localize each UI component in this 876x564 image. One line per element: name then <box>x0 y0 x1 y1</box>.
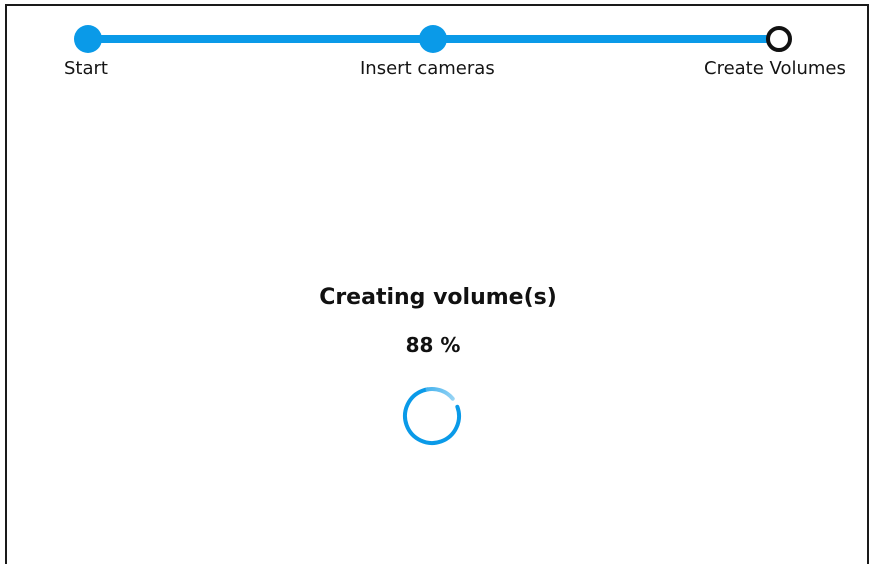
step-create-volumes-indicator <box>766 26 792 52</box>
progress-percent: 88 % <box>405 333 461 357</box>
wizard-stepper: Start Insert cameras Create Volumes <box>0 0 876 90</box>
status-title: Creating volume(s) <box>319 285 557 310</box>
step-insert-cameras-label: Insert cameras <box>360 58 495 79</box>
step-start-indicator <box>74 25 102 53</box>
loading-spinner-icon <box>403 387 461 445</box>
step-insert-cameras-indicator <box>419 25 447 53</box>
step-create-volumes-label: Create Volumes <box>704 58 846 79</box>
step-start-label: Start <box>64 58 108 79</box>
